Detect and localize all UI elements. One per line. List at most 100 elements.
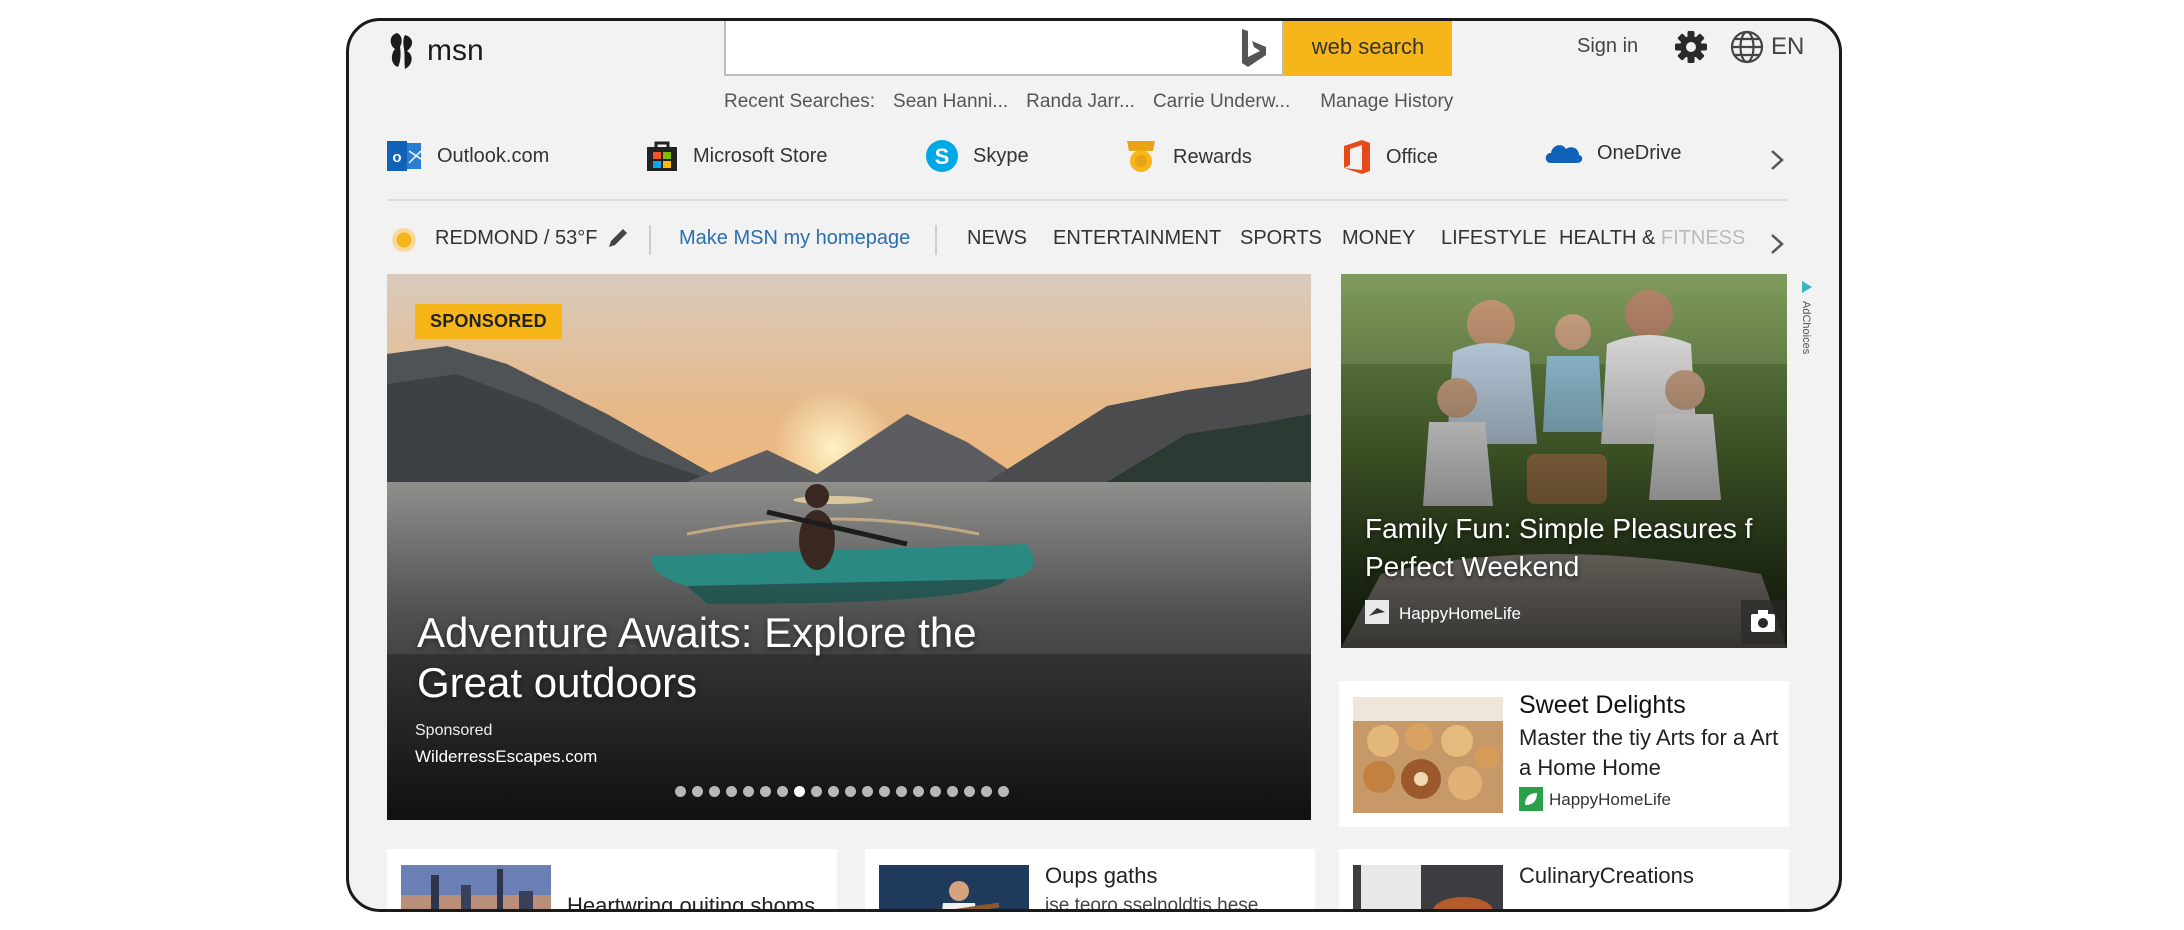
guitarist-image bbox=[879, 865, 1029, 909]
skype-icon: S bbox=[926, 140, 958, 172]
carousel-dot[interactable] bbox=[811, 786, 822, 797]
recent-search-item[interactable]: Randa Jarr... bbox=[1026, 91, 1135, 113]
family-title-line1: Family Fun: Simple Pleasures f bbox=[1365, 513, 1753, 544]
nav-item-lifestyle[interactable]: LIFESTYLE bbox=[1441, 227, 1547, 250]
nav-item-money[interactable]: MONEY bbox=[1342, 227, 1415, 250]
carousel-dot[interactable] bbox=[998, 786, 1009, 797]
separator bbox=[649, 225, 651, 255]
carousel-dot[interactable] bbox=[743, 786, 754, 797]
app-link-store[interactable]: Microsoft Store bbox=[645, 139, 827, 173]
divider bbox=[387, 199, 1787, 201]
camera-icon[interactable] bbox=[1741, 600, 1785, 644]
app-link-label: Rewards bbox=[1173, 145, 1252, 168]
source-logo-icon bbox=[1365, 600, 1389, 624]
butterfly-icon bbox=[390, 33, 413, 69]
sign-in-link[interactable]: Sign in bbox=[1577, 35, 1638, 58]
store-icon bbox=[647, 141, 677, 171]
app-link-office[interactable]: Office bbox=[1342, 139, 1438, 175]
hero-sponsored-label: Sponsored bbox=[415, 722, 493, 739]
svg-text:AdChoices: AdChoices bbox=[1800, 301, 1812, 355]
carousel-dot[interactable] bbox=[828, 786, 839, 797]
apps-next-chevron-icon[interactable] bbox=[1765, 145, 1789, 175]
svg-text:S: S bbox=[935, 144, 950, 169]
language-selector[interactable]: EN bbox=[1771, 33, 1804, 61]
carousel-dot[interactable] bbox=[709, 786, 720, 797]
carousel-dot[interactable] bbox=[947, 786, 958, 797]
outlook-icon: o bbox=[387, 141, 422, 171]
carousel-dot[interactable] bbox=[760, 786, 771, 797]
carousel-dot[interactable] bbox=[692, 786, 703, 797]
carousel-dot[interactable] bbox=[879, 786, 890, 797]
recent-searches: Recent Searches: Sean Hanni... Randa Jar… bbox=[724, 91, 1453, 113]
logo-text: msn bbox=[427, 34, 484, 67]
carousel-dot[interactable] bbox=[862, 786, 873, 797]
family-story-card[interactable]: Family Fun: Simple Pleasures f Perfect W… bbox=[1341, 274, 1787, 648]
edit-pencil-icon[interactable] bbox=[605, 225, 631, 251]
bottom-card-3-title[interactable]: CulinaryCreations bbox=[1519, 863, 1694, 889]
bottom-card-1-title[interactable]: Heartwring ouiting shoms bbox=[567, 893, 815, 909]
bottom-card-2[interactable]: Oups gaths ise teoro sselnoldtis hese bbox=[865, 849, 1315, 909]
nav-item-health-fitness[interactable]: HEALTH & FITNESS bbox=[1559, 227, 1745, 250]
carousel-dot[interactable] bbox=[981, 786, 992, 797]
search-input[interactable] bbox=[724, 21, 1284, 76]
bottom-card-3[interactable]: CulinaryCreations bbox=[1339, 849, 1789, 909]
separator bbox=[935, 225, 937, 255]
hero-carousel[interactable]: SPONSORED Adventure Awaits: Explore the … bbox=[387, 274, 1311, 820]
weather-location[interactable]: REDMOND / 53°F bbox=[435, 227, 597, 250]
recent-search-item[interactable]: Carrie Underw... bbox=[1153, 91, 1290, 113]
family-source[interactable]: HappyHomeLife bbox=[1399, 604, 1521, 624]
app-links-bar: o Outlook.com Microsoft Store S Skype Re… bbox=[387, 139, 1787, 183]
make-homepage-link[interactable]: Make MSN my homepage bbox=[679, 227, 910, 250]
sweet-delights-card[interactable]: Sweet Delights Master the tiy Arts for a… bbox=[1339, 681, 1789, 827]
app-link-label: Outlook.com bbox=[437, 144, 550, 167]
family-title-line2: Perfect Weekend bbox=[1365, 551, 1580, 582]
carousel-dot[interactable] bbox=[964, 786, 975, 797]
app-link-rewards[interactable]: Rewards bbox=[1123, 139, 1252, 175]
sweet-body[interactable]: Master the tiy Arts for a Art a Home Hom… bbox=[1519, 723, 1779, 783]
onedrive-icon bbox=[1545, 145, 1583, 163]
carousel-dot[interactable] bbox=[845, 786, 856, 797]
sun-icon bbox=[392, 228, 416, 252]
nav-health-label: HEALTH & bbox=[1559, 227, 1656, 249]
nav-item-entertainment[interactable]: ENTERTAINMENT bbox=[1053, 227, 1221, 250]
sweet-title[interactable]: Sweet Delights bbox=[1519, 691, 1686, 720]
nav-fitness-label: FITNESS bbox=[1660, 227, 1746, 249]
nav-item-sports[interactable]: SPORTS bbox=[1240, 227, 1322, 250]
nav-bar: REDMOND / 53°F Make MSN my homepage NEWS… bbox=[387, 219, 1787, 263]
manage-history-link[interactable]: Manage History bbox=[1320, 91, 1453, 113]
adchoices-icon[interactable]: AdChoices bbox=[1795, 277, 1819, 377]
app-link-label: Microsoft Store bbox=[693, 144, 828, 167]
bottom-card-1[interactable]: Heartwring ouiting shoms bbox=[387, 849, 837, 909]
carousel-dot[interactable] bbox=[777, 786, 788, 797]
carousel-dots[interactable] bbox=[675, 786, 1009, 797]
hero-source[interactable]: WilderressEscapes.com bbox=[415, 747, 597, 767]
sweet-source[interactable]: HappyHomeLife bbox=[1549, 790, 1671, 810]
nav-item-news[interactable]: NEWS bbox=[967, 227, 1027, 250]
carousel-dot[interactable] bbox=[675, 786, 686, 797]
bing-icon bbox=[1242, 29, 1266, 67]
recent-search-item[interactable]: Sean Hanni... bbox=[893, 91, 1008, 113]
app-link-onedrive[interactable]: OneDrive bbox=[1543, 139, 1681, 167]
carousel-dot[interactable] bbox=[794, 786, 805, 797]
nav-next-chevron-icon[interactable] bbox=[1765, 229, 1789, 259]
family-image bbox=[1341, 274, 1787, 648]
app-link-outlook[interactable]: o Outlook.com bbox=[387, 139, 549, 173]
city-skyline-image bbox=[401, 865, 551, 909]
app-link-label: Office bbox=[1386, 145, 1438, 168]
bottom-card-2-title[interactable]: Oups gaths bbox=[1045, 863, 1158, 889]
source-logo-icon bbox=[1519, 787, 1543, 811]
carousel-dot[interactable] bbox=[913, 786, 924, 797]
globe-icon[interactable] bbox=[1727, 27, 1767, 67]
family-story-title[interactable]: Family Fun: Simple Pleasures f Perfect W… bbox=[1365, 510, 1785, 586]
svg-text:o: o bbox=[392, 149, 401, 166]
app-link-skype[interactable]: S Skype bbox=[925, 139, 1029, 173]
carousel-dot[interactable] bbox=[930, 786, 941, 797]
hero-title[interactable]: Adventure Awaits: Explore the Great outd… bbox=[417, 608, 1037, 708]
sponsored-badge: SPONSORED bbox=[415, 304, 562, 339]
web-search-button[interactable]: web search bbox=[1284, 21, 1452, 76]
gear-icon[interactable] bbox=[1671, 27, 1711, 67]
app-link-label: Skype bbox=[973, 144, 1029, 167]
carousel-dot[interactable] bbox=[896, 786, 907, 797]
msn-logo[interactable]: msn bbox=[387, 29, 484, 73]
carousel-dot[interactable] bbox=[726, 786, 737, 797]
